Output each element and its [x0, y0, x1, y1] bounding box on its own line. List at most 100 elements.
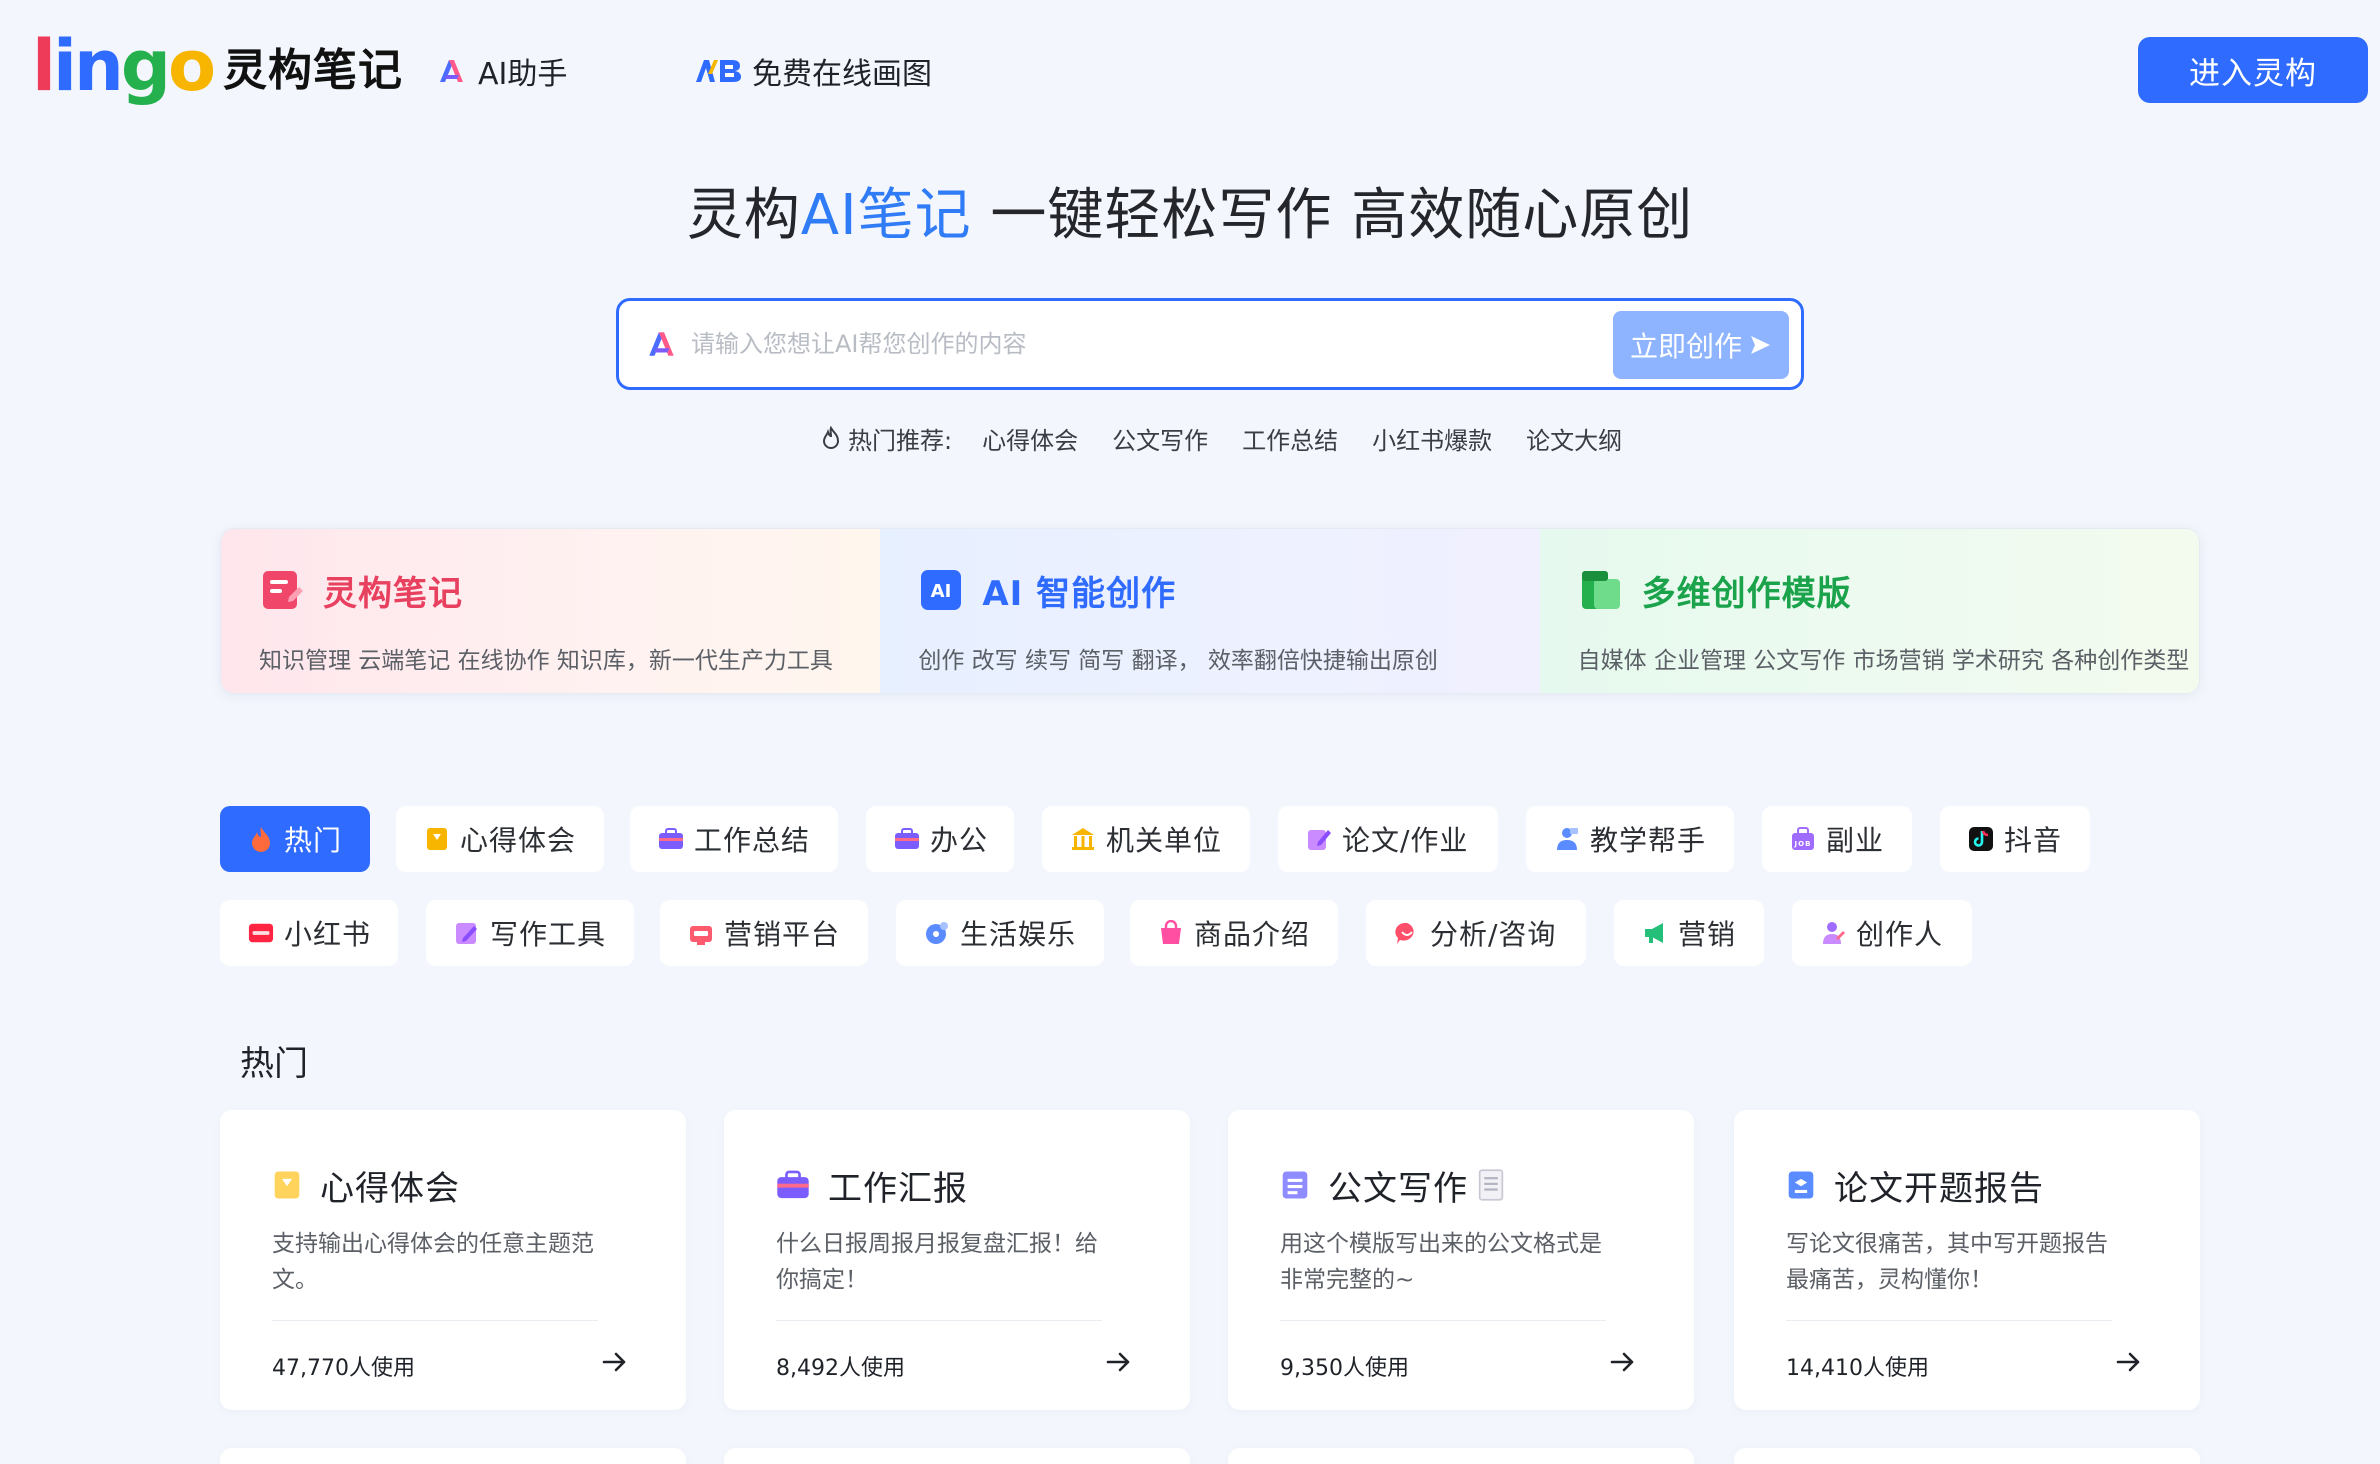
usage-count: 14,410人使用	[1786, 1350, 1929, 1382]
category-tab[interactable]: 营销平台	[660, 900, 868, 966]
template-card[interactable]	[1734, 1448, 2200, 1464]
ai-badge-icon: AI	[918, 567, 964, 613]
draw-logo-icon	[694, 58, 742, 84]
card-desc: 支持输出心得体会的任意主题范文。	[272, 1226, 612, 1298]
send-icon	[1748, 333, 1772, 357]
building-icon	[1070, 826, 1096, 852]
category-tab[interactable]: 心得体会	[396, 806, 604, 872]
douyin-icon	[1968, 826, 1994, 852]
feature-title: 灵构笔记	[323, 566, 463, 615]
feature-title: 多维创作模版	[1642, 566, 1852, 615]
category-tab[interactable]: 论文/作业	[1278, 806, 1498, 872]
arrow-right-icon[interactable]	[2114, 1348, 2142, 1376]
feature-desc: 知识管理 云端笔记 在线协作 知识库，新一代生产力工具	[259, 641, 880, 675]
template-card[interactable]: 心得体会 支持输出心得体会的任意主题范文。 47,770人使用	[220, 1110, 686, 1410]
section-title: 热门	[240, 1036, 308, 1085]
pen-paper-icon	[1306, 826, 1332, 852]
card-title: 公文写作	[1328, 1161, 1468, 1210]
header: lingo 灵构笔记 AI助手 免费在线画图 进入灵构	[0, 0, 2380, 140]
feature-desc: 创作 改写 续写 简写 翻译， 效率翻倍快捷输出原创	[918, 641, 1539, 675]
feature-ai-creation[interactable]: AI AI 智能创作 创作 改写 续写 简写 翻译， 效率翻倍快捷输出原创	[880, 529, 1539, 693]
feature-lingo-notes[interactable]: 灵构笔记 知识管理 云端笔记 在线协作 知识库，新一代生产力工具	[221, 529, 880, 693]
template-card[interactable]	[724, 1448, 1190, 1464]
arrow-right-icon[interactable]	[1104, 1348, 1132, 1376]
category-label: 营销平台	[724, 913, 840, 953]
search-input[interactable]	[691, 319, 1591, 369]
divider	[1280, 1320, 1606, 1321]
shopping-bag-icon	[1158, 920, 1184, 946]
create-now-button[interactable]: 立即创作	[1613, 311, 1789, 379]
nav-ai-assistant[interactable]: AI助手	[436, 48, 567, 94]
svg-text:AI: AI	[931, 581, 952, 602]
divider	[1786, 1320, 2112, 1321]
teacher-icon	[1554, 826, 1580, 852]
logo-text: 灵构笔记	[223, 34, 403, 98]
hot-link[interactable]: 工作总结	[1242, 421, 1338, 456]
enter-lingo-button[interactable]: 进入灵构	[2138, 37, 2368, 103]
nav-draw-label: 免费在线画图	[752, 49, 932, 93]
logo-wordmark: lingo	[32, 26, 213, 106]
category-label: 小红书	[284, 913, 371, 953]
hot-link[interactable]: 小红书爆款	[1372, 421, 1492, 456]
hot-recommend: 热门推荐: 心得体会 公文写作 工作总结 小红书爆款 论文大纲	[820, 418, 1656, 458]
shop-icon	[688, 920, 714, 946]
category-label: 热门	[284, 819, 342, 859]
megaphone-icon	[1642, 920, 1668, 946]
category-label: 营销	[1678, 913, 1736, 953]
category-tab[interactable]: 营销	[1614, 900, 1764, 966]
category-label: 工作总结	[694, 819, 810, 859]
hot-link[interactable]: 论文大纲	[1526, 421, 1622, 456]
paper-icon	[1476, 1168, 1506, 1202]
job-icon: JOB	[1790, 826, 1816, 852]
logo[interactable]: lingo 灵构笔记	[32, 26, 403, 106]
music-disc-icon	[924, 920, 950, 946]
report-icon	[1786, 1169, 1816, 1201]
hot-link[interactable]: 心得体会	[982, 421, 1078, 456]
category-tab[interactable]: 写作工具	[426, 900, 634, 966]
usage-count: 9,350人使用	[1280, 1350, 1409, 1382]
nav-free-drawing[interactable]: 免费在线画图	[694, 48, 932, 94]
category-tab-hot[interactable]: 热门	[220, 806, 370, 872]
ai-logo-icon	[645, 329, 679, 359]
usage-count: 47,770人使用	[272, 1350, 415, 1382]
template-card[interactable]: 论文开题报告 写论文很痛苦，其中写开题报告最痛苦，灵构懂你！ 14,410人使用	[1734, 1110, 2200, 1410]
search-box: 立即创作	[616, 298, 1804, 390]
arrow-right-icon[interactable]	[600, 1348, 628, 1376]
template-card[interactable]: 工作汇报 什么日报周报月报复盘汇报！给你搞定！ 8,492人使用	[724, 1110, 1190, 1410]
card-title: 心得体会	[320, 1161, 460, 1210]
template-card[interactable]	[220, 1448, 686, 1464]
fire-icon	[248, 826, 274, 852]
category-tab[interactable]: 机关单位	[1042, 806, 1250, 872]
template-icon	[1578, 567, 1624, 613]
category-label: 商品介绍	[1194, 913, 1310, 953]
category-tab[interactable]: 分析/咨询	[1366, 900, 1586, 966]
category-label: 创作人	[1856, 913, 1943, 953]
arrow-right-icon[interactable]	[1608, 1348, 1636, 1376]
category-tab[interactable]: 商品介绍	[1130, 900, 1338, 966]
card-desc: 用这个模版写出来的公文格式是非常完整的~	[1280, 1226, 1620, 1298]
document-icon	[1280, 1169, 1310, 1201]
category-label: 生活娱乐	[960, 913, 1076, 953]
category-label: 心得体会	[460, 819, 576, 859]
category-tab[interactable]: 抖音	[1940, 806, 2090, 872]
category-tab[interactable]: 小红书	[220, 900, 398, 966]
hot-link[interactable]: 公文写作	[1112, 421, 1208, 456]
chat-heart-icon	[1394, 920, 1420, 946]
category-tab[interactable]: 教学帮手	[1526, 806, 1734, 872]
notebook-icon	[272, 1169, 302, 1201]
category-label: 抖音	[2004, 819, 2062, 859]
feature-templates[interactable]: 多维创作模版 自媒体 企业管理 公文写作 市场营销 学术研究 各种创作类型	[1540, 529, 2199, 693]
card-title: 论文开题报告	[1834, 1161, 2044, 1210]
category-tab[interactable]: 办公	[866, 806, 1014, 872]
category-tab[interactable]: 创作人	[1792, 900, 1972, 966]
template-card[interactable]	[1228, 1448, 1694, 1464]
category-label: 办公	[930, 819, 988, 859]
divider	[272, 1320, 598, 1321]
category-tab[interactable]: JOB 副业	[1762, 806, 1912, 872]
category-tab[interactable]: 生活娱乐	[896, 900, 1104, 966]
briefcase-icon	[658, 826, 684, 852]
edit-icon	[454, 920, 480, 946]
category-tab[interactable]: 工作总结	[630, 806, 838, 872]
template-card[interactable]: 公文写作 用这个模版写出来的公文格式是非常完整的~ 9,350人使用	[1228, 1110, 1694, 1410]
nav-ai-label: AI助手	[478, 49, 567, 93]
